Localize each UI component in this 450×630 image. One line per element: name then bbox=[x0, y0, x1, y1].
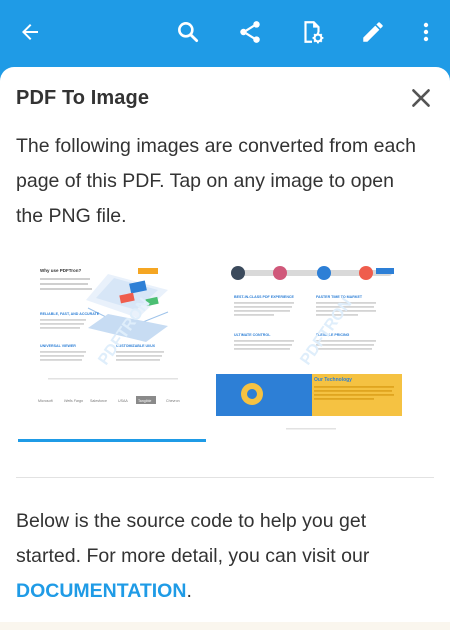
close-icon bbox=[412, 89, 430, 107]
sheet-title: PDF To Image bbox=[16, 87, 150, 109]
share-icon bbox=[240, 21, 260, 43]
share-button[interactable] bbox=[232, 14, 268, 50]
source-text-body: Below is the source code to help you get… bbox=[16, 510, 370, 567]
thumbnail-row: Why use PDFTron? RELIABLE, FAST, AND ACC… bbox=[18, 256, 434, 446]
search-icon bbox=[178, 22, 199, 43]
bottom-strip bbox=[0, 622, 450, 630]
thumb1-logo-6: Chevron bbox=[166, 399, 180, 403]
back-button[interactable] bbox=[12, 14, 48, 50]
back-arrow-icon bbox=[22, 24, 38, 40]
search-button[interactable] bbox=[170, 14, 206, 50]
source-text: Below is the source code to help you get… bbox=[16, 504, 436, 609]
thumb1-heading: Why use PDFTron? bbox=[40, 268, 82, 273]
link-suffix: . bbox=[186, 580, 192, 602]
page-thumbnail-1[interactable]: Why use PDFTron? RELIABLE, FAST, AND ACC… bbox=[18, 256, 210, 442]
page-2-preview: BEST-IN-CLASS PDF EXPERIENCE FASTER TIME… bbox=[216, 256, 406, 439]
file-settings-button[interactable] bbox=[294, 14, 330, 50]
close-button[interactable] bbox=[408, 85, 434, 111]
more-options-button[interactable] bbox=[408, 14, 444, 50]
thumb1-logo-5: Tangible bbox=[138, 399, 151, 403]
edit-button[interactable] bbox=[355, 14, 391, 50]
thumb1-section-2: UNIVERSAL VIEWER bbox=[40, 344, 76, 348]
page-thumbnail-2[interactable]: BEST-IN-CLASS PDF EXPERIENCE FASTER TIME… bbox=[216, 256, 408, 442]
thumb1-logo-3: Salesforce bbox=[90, 399, 107, 403]
section-divider bbox=[16, 477, 434, 478]
file-settings-icon bbox=[304, 21, 324, 44]
selected-indicator bbox=[18, 439, 206, 442]
documentation-link[interactable]: DOCUMENTATION bbox=[16, 580, 186, 602]
pdf-to-image-sheet: PDF To Image The following images are co… bbox=[0, 67, 450, 630]
edit-pencil-icon bbox=[363, 22, 383, 42]
page-1-preview: Why use PDFTron? RELIABLE, FAST, AND ACC… bbox=[18, 256, 208, 439]
thumb1-logo-1: Microsoft bbox=[38, 399, 53, 403]
thumb1-logo-2: Wells Fargo bbox=[64, 399, 83, 403]
thumb1-logo-4: USAA bbox=[118, 399, 128, 403]
thumb2-section-3: ULTIMATE CONTROL bbox=[234, 333, 271, 337]
thumb2-section-1: BEST-IN-CLASS PDF EXPERIENCE bbox=[234, 295, 295, 299]
app-toolbar bbox=[0, 0, 450, 64]
thumb2-callout-title: Our Technology bbox=[314, 377, 352, 383]
more-vertical-icon bbox=[423, 22, 429, 42]
thumb1-section-1: RELIABLE, FAST, AND ACCURATE bbox=[40, 312, 100, 316]
intro-text: The following images are converted from … bbox=[16, 135, 416, 227]
